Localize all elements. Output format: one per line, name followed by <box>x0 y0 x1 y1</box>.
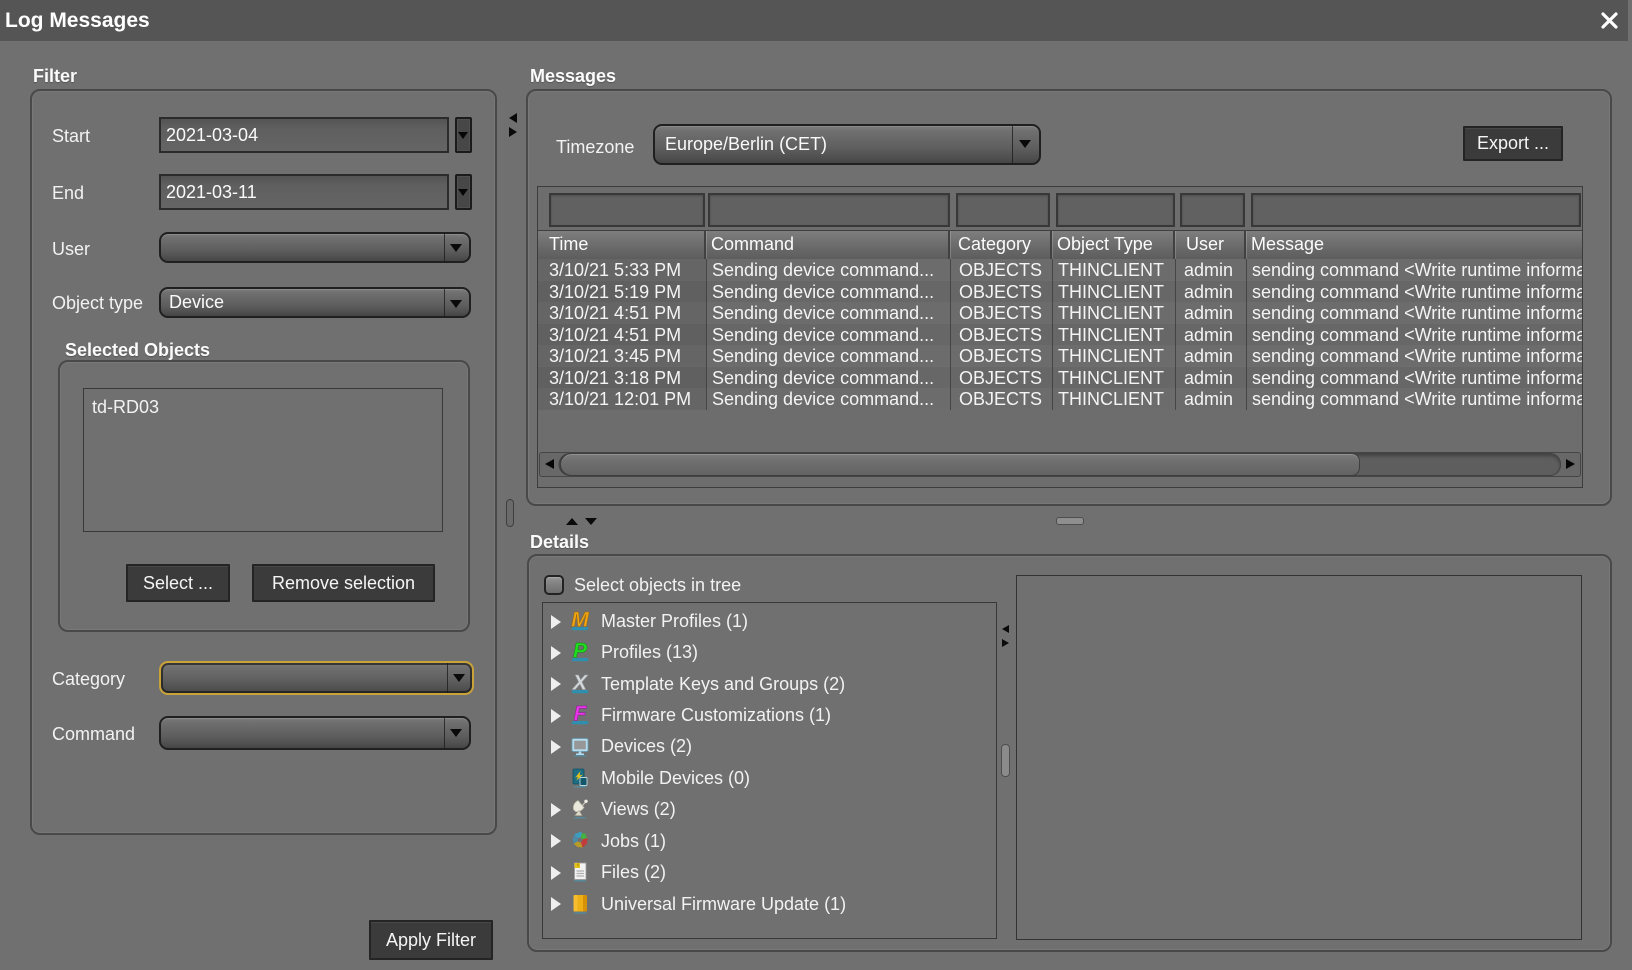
svg-text:X: X <box>572 673 589 694</box>
svg-text:M: M <box>571 610 589 631</box>
svg-text:F: F <box>574 704 588 725</box>
svg-text:P: P <box>573 641 588 662</box>
